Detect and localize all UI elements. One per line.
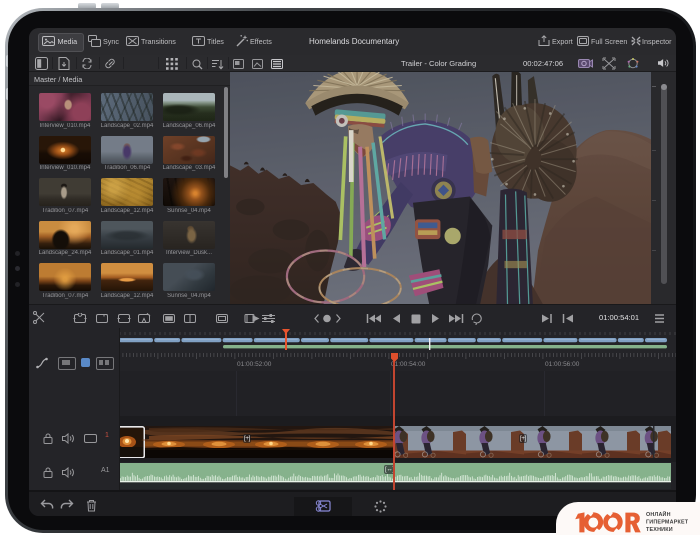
svg-text:ОНЛАЙН: ОНЛАЙН [646,510,671,518]
svg-text:ГИПЕРМАРКЕТ: ГИПЕРМАРКЕТ [646,520,689,526]
svg-text:ТЕХНИКИ: ТЕХНИКИ [646,527,673,533]
